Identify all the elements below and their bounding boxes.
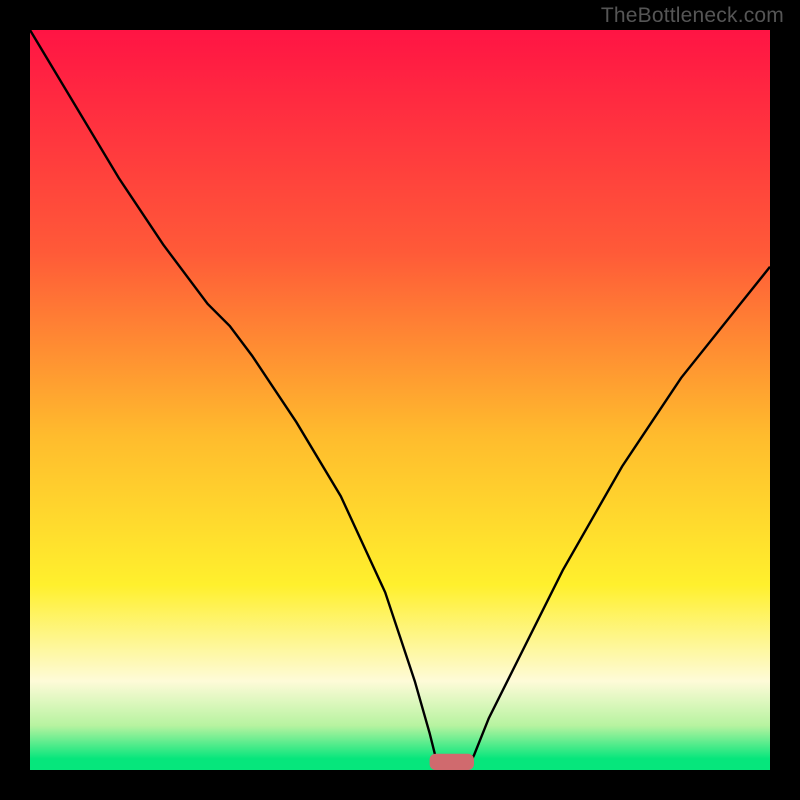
chart-frame: TheBottleneck.com — [0, 0, 800, 800]
optimal-marker — [430, 754, 474, 770]
gradient-background — [30, 30, 770, 770]
bottleneck-chart-svg — [30, 30, 770, 770]
watermark-text: TheBottleneck.com — [601, 4, 784, 28]
plot-area — [30, 30, 770, 770]
